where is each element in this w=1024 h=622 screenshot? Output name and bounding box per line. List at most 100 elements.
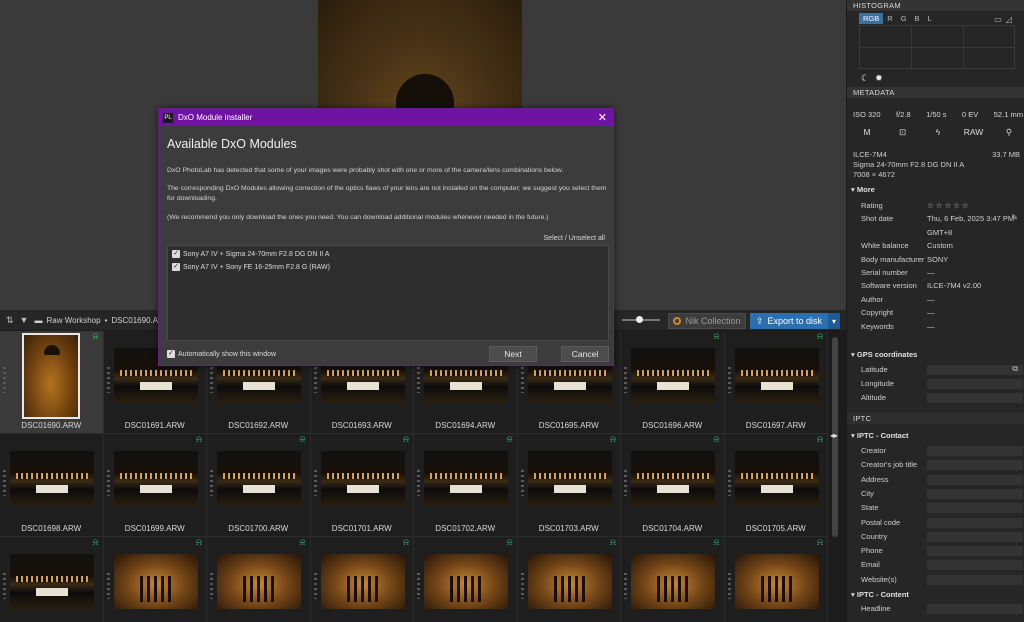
auto-show-option[interactable]: ✓ Automatically show this window — [167, 350, 276, 358]
field-input[interactable] — [927, 488, 1023, 499]
thumbnail-cell[interactable]: DSC01698.ARW — [0, 434, 104, 537]
drag-handle[interactable] — [417, 573, 420, 599]
scroll-arrows-icon[interactable]: ◂▸ — [830, 431, 838, 440]
gps-section-header[interactable]: ▾ GPS coordinates — [851, 350, 917, 359]
module-checkbox[interactable]: ✓ — [172, 263, 180, 271]
module-item[interactable]: ✓ Sony A7 IV + Sigma 24-70mm F2.8 DG DN … — [172, 250, 329, 258]
histogram-tab-l[interactable]: L — [924, 13, 936, 24]
thumbnail-image[interactable] — [10, 451, 94, 506]
thumbnail-image[interactable] — [631, 451, 715, 506]
close-icon[interactable]: ✕ — [598, 111, 607, 124]
thumbnail-cell[interactable]: ⍾ — [103, 537, 207, 622]
histogram-tab-b[interactable]: B — [911, 13, 924, 24]
nik-collection-button[interactable]: Nik Collection — [668, 313, 746, 329]
field-input[interactable] — [927, 517, 1023, 528]
thumbnail-image[interactable] — [320, 554, 405, 609]
module-item[interactable]: ✓ Sony A7 IV + Sony FE 16-25mm F2.8 G (R… — [172, 263, 330, 271]
thumbnail-cell[interactable]: ⍾ DSC01699.ARW — [103, 434, 207, 537]
field-input[interactable] — [927, 560, 1023, 571]
more-section-header[interactable]: ▾ More — [851, 185, 875, 194]
drag-handle[interactable] — [520, 573, 524, 599]
thumbnail-cell[interactable]: ⍾ DSC01705.ARW — [724, 434, 828, 537]
thumbnail-image[interactable] — [217, 451, 301, 506]
thumbnail-cell[interactable]: ⍾ — [517, 537, 621, 622]
drag-handle[interactable] — [727, 573, 731, 599]
thumbnail-cell[interactable]: ⍾ DSC01701.ARW — [310, 434, 414, 537]
drag-handle[interactable] — [106, 470, 110, 496]
display-icon[interactable]: ▭ — [994, 15, 1006, 24]
thumbnail-image[interactable] — [631, 348, 715, 403]
field-input[interactable] — [927, 546, 1023, 557]
metadata-row[interactable]: Keywords — — [861, 322, 1023, 331]
drag-handle[interactable] — [106, 367, 110, 393]
histogram-tab-r[interactable]: R — [883, 13, 896, 24]
drag-handle[interactable] — [3, 367, 6, 393]
drag-handle[interactable] — [727, 470, 731, 496]
thumbnail-image[interactable] — [113, 554, 198, 609]
drag-handle[interactable] — [313, 470, 317, 496]
slider-knob[interactable] — [636, 316, 643, 323]
breadcrumb-folder[interactable]: Raw Workshop — [46, 316, 100, 325]
thumbnail-cell[interactable]: ⍾ — [207, 537, 311, 622]
thumbnail-cell[interactable]: ⍾ DSC01702.ARW — [414, 434, 518, 537]
thumbnail-image[interactable] — [320, 451, 405, 506]
drag-handle[interactable] — [3, 573, 6, 599]
warning-icon[interactable]: ◿ — [1006, 15, 1016, 24]
field-input[interactable] — [927, 393, 1023, 403]
thumbnail-image[interactable] — [631, 554, 715, 609]
field-input[interactable] — [927, 531, 1023, 542]
drag-handle[interactable] — [727, 367, 731, 393]
module-checkbox[interactable]: ✓ — [172, 250, 180, 258]
field-input[interactable] — [927, 474, 1023, 485]
thumbnail-cell[interactable]: ⍾ DSC01696.ARW — [621, 331, 725, 434]
thumbnail-image[interactable] — [734, 451, 819, 506]
thumbnail-cell[interactable]: ⍾ — [621, 537, 725, 622]
metadata-row[interactable]: Author — — [861, 295, 1023, 304]
grid-scrollbar[interactable]: ◂▸ — [828, 331, 846, 622]
thumbnail-image[interactable] — [22, 333, 80, 419]
dialog-titlebar[interactable]: PL DxO Module installer — [159, 109, 613, 126]
thumbnail-image[interactable] — [424, 451, 508, 506]
drag-handle[interactable] — [106, 573, 110, 599]
field-input[interactable] — [927, 460, 1023, 471]
field-input[interactable] — [927, 604, 1023, 614]
histogram-tab-rgb[interactable]: RGB — [859, 13, 884, 24]
metadata-row[interactable]: Shot date Thu, 6 Feb, 2025 3:47 PM — [861, 214, 1023, 223]
thumbnail-image[interactable] — [734, 554, 819, 609]
metadata-row[interactable]: White balance Custom — [861, 241, 1023, 250]
metadata-row[interactable]: Rating ☆☆☆☆☆ — [861, 201, 1023, 210]
metadata-row[interactable]: Serial number — — [861, 268, 1023, 277]
metadata-row[interactable]: Copyright — — [861, 308, 1023, 317]
thumbnail-image[interactable] — [527, 554, 612, 609]
auto-show-checkbox[interactable]: ✓ — [167, 350, 175, 358]
metadata-row[interactable]: Body manufacturer SONY — [861, 255, 1023, 264]
drag-handle[interactable] — [624, 573, 627, 599]
drag-handle[interactable] — [624, 367, 627, 393]
next-button[interactable]: Next — [489, 346, 537, 362]
iptc-header[interactable]: IPTC — [847, 413, 1024, 424]
thumbnail-cell[interactable]: ⍾ — [414, 537, 518, 622]
metadata-row[interactable]: Software version ILCE-7M4 v2.00 — [861, 281, 1023, 290]
thumbnail-cell[interactable]: ⍾ DSC01703.ARW — [517, 434, 621, 537]
filter-icon[interactable]: ▼ — [20, 315, 29, 325]
thumbnail-cell[interactable]: ⍾ DSC01704.ARW — [621, 434, 725, 537]
metadata-row[interactable]: GMT+8 — [861, 228, 1023, 237]
histogram-header[interactable]: HISTOGRAM — [847, 0, 1024, 11]
drag-handle[interactable] — [520, 470, 524, 496]
drag-handle[interactable] — [624, 470, 627, 496]
drag-handle[interactable] — [313, 573, 317, 599]
thumbnail-cell[interactable]: ⍾ DSC01690.ARW — [0, 331, 104, 434]
drag-handle[interactable] — [313, 367, 317, 393]
histogram-tab-g[interactable]: G — [897, 13, 911, 24]
thumbnail-size-slider[interactable] — [622, 316, 660, 323]
moon-icon[interactable]: ☾ — [861, 73, 875, 83]
edit-date-icon[interactable]: ✎ — [1011, 213, 1018, 222]
drag-handle[interactable] — [417, 367, 420, 393]
thumbnail-image[interactable] — [113, 451, 198, 506]
thumbnail-cell[interactable]: ⍾ — [310, 537, 414, 622]
thumbnail-cell[interactable]: ⍾ DSC01700.ARW — [207, 434, 311, 537]
thumbnail-cell[interactable]: ⍾ — [0, 537, 104, 622]
thumbnail-image[interactable] — [217, 554, 301, 609]
metadata-header[interactable]: METADATA — [847, 87, 1024, 98]
rating-stars[interactable]: ☆☆☆☆☆ — [927, 201, 1023, 210]
